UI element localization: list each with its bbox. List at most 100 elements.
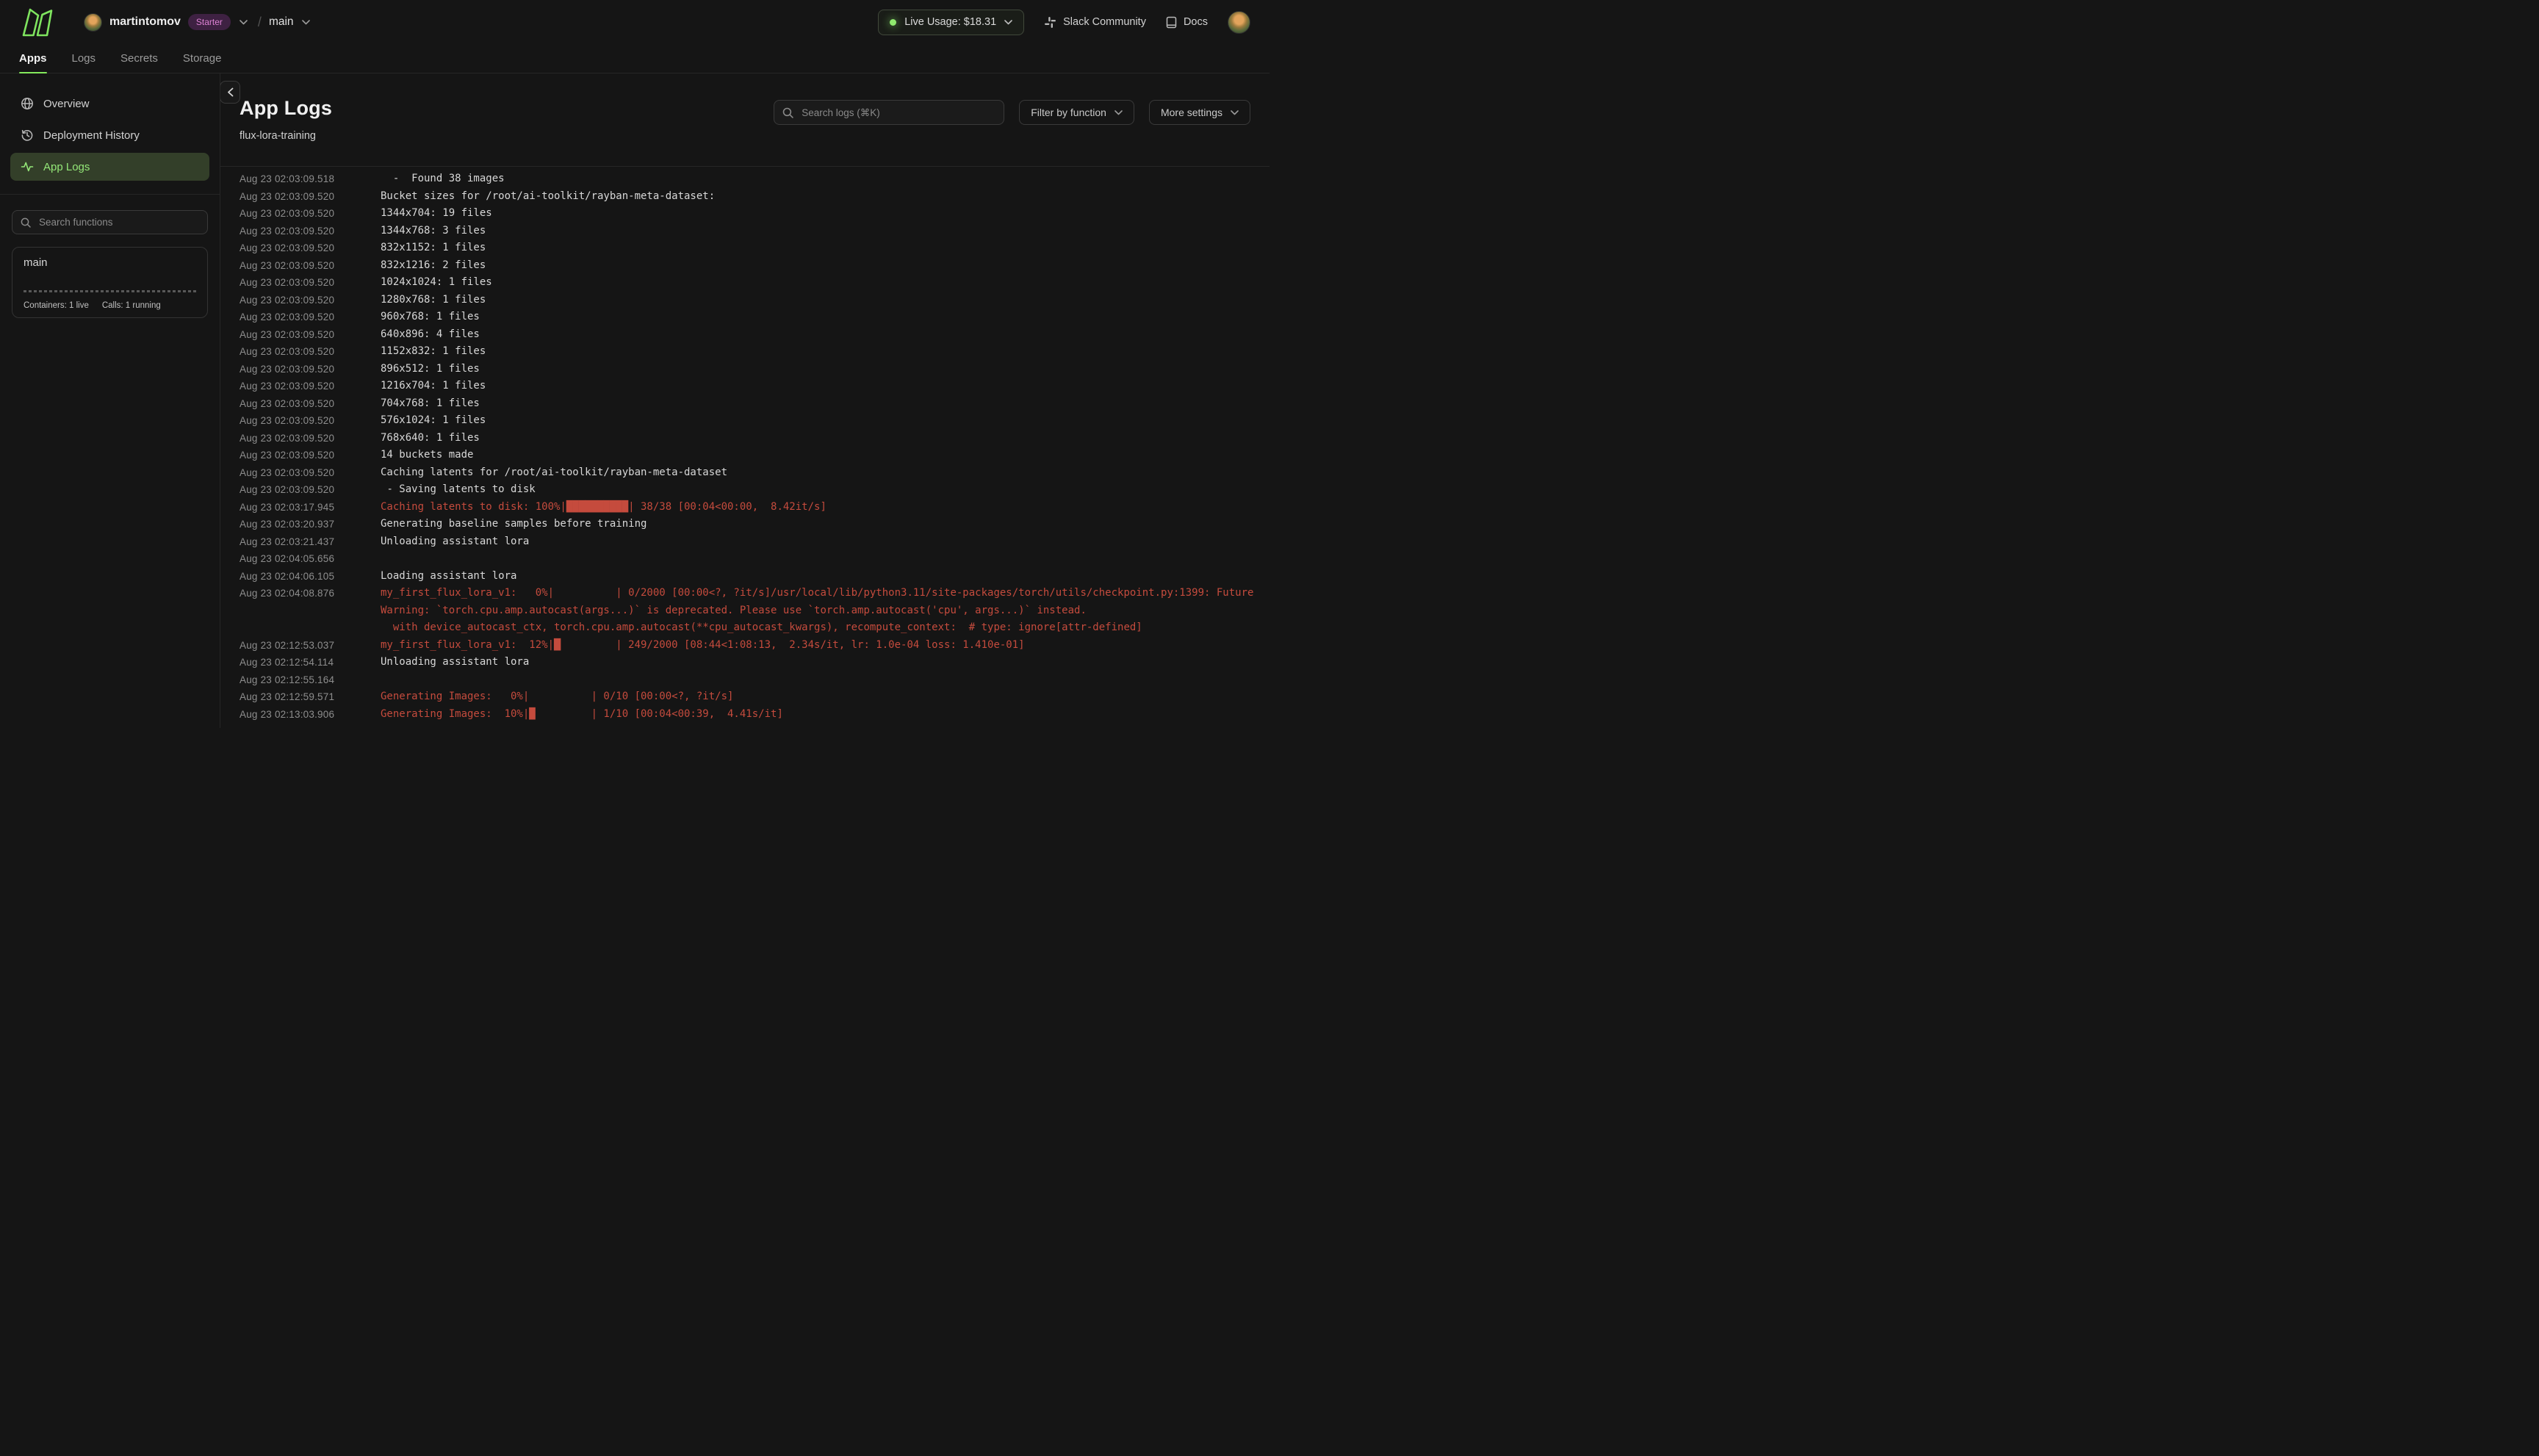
log-row[interactable]: Aug 23 02:12:54.114 Unloading assistant … xyxy=(240,654,1257,671)
more-settings-button[interactable]: More settings xyxy=(1148,100,1250,125)
log-row[interactable]: Aug 23 02:03:09.520 1216x704: 1 files xyxy=(240,378,1257,395)
live-usage-label: Live Usage: $18.31 xyxy=(904,16,997,28)
log-message: 1280x768: 1 files xyxy=(381,293,486,306)
live-usage-button[interactable]: Live Usage: $18.31 xyxy=(878,9,1025,35)
log-row[interactable]: Aug 23 02:03:09.520 1024x1024: 1 files xyxy=(240,274,1257,292)
log-row[interactable]: Aug 23 02:04:08.876 my_first_flux_lora_v… xyxy=(240,585,1257,637)
sidebar-item-app-logs[interactable]: App Logs xyxy=(10,153,209,181)
workspace-switcher[interactable]: martintomov Starter xyxy=(84,12,249,32)
log-row[interactable]: Aug 23 02:03:09.520 1344x704: 19 files xyxy=(240,205,1257,223)
log-row[interactable]: Aug 23 02:12:53.037 my_first_flux_lora_v… xyxy=(240,637,1257,655)
sidebar-collapse-button[interactable] xyxy=(220,81,240,104)
log-row[interactable]: Aug 23 02:03:09.518 - Found 38 images xyxy=(240,170,1257,188)
log-timestamp: Aug 23 02:04:08.876 xyxy=(240,588,335,599)
log-message: my_first_flux_lora_v1: 0%| | 0/2000 [00:… xyxy=(381,587,1254,633)
primary-tabbar: Apps Logs Secrets Storage xyxy=(0,44,1270,73)
log-row[interactable]: Aug 23 02:03:09.520 1152x832: 1 files xyxy=(240,343,1257,361)
app-name: flux-lora-training xyxy=(240,130,316,142)
log-row[interactable]: Aug 23 02:03:09.520 896x512: 1 files xyxy=(240,361,1257,378)
tab-apps[interactable]: Apps xyxy=(19,44,47,73)
log-message: Bucket sizes for /root/ai-toolkit/rayban… xyxy=(381,190,716,202)
log-message: Caching latents to disk: 100%|██████████… xyxy=(381,500,826,513)
log-timestamp: Aug 23 02:03:09.520 xyxy=(240,294,335,306)
log-timestamp: Aug 23 02:03:09.520 xyxy=(240,450,335,461)
topbar-right: Live Usage: $18.31 Slack Community Docs xyxy=(878,9,1250,35)
log-message: Generating Images: 10%|█ | 1/10 [00:04<0… xyxy=(381,707,783,720)
log-timestamp: Aug 23 02:03:09.520 xyxy=(240,242,335,253)
filter-by-function-button[interactable]: Filter by function xyxy=(1019,100,1134,125)
log-timestamp: Aug 23 02:03:20.937 xyxy=(240,519,335,530)
log-row[interactable]: Aug 23 02:03:09.520 576x1024: 1 files xyxy=(240,412,1257,430)
log-search-input[interactable] xyxy=(800,106,996,119)
log-row[interactable]: Aug 23 02:03:09.520 768x640: 1 files xyxy=(240,430,1257,447)
modal-logo[interactable] xyxy=(19,6,56,38)
log-timestamp: Aug 23 02:03:09.520 xyxy=(240,328,335,340)
sidebar-item-label: Deployment History xyxy=(43,129,140,142)
chevron-down-icon xyxy=(300,18,311,26)
log-message: 1152x832: 1 files xyxy=(381,345,486,357)
log-message: 832x1152: 1 files xyxy=(381,242,486,253)
log-row[interactable]: Aug 23 02:03:09.520 Bucket sizes for /ro… xyxy=(240,188,1257,206)
log-message: - Found 38 images xyxy=(381,173,505,184)
function-card-main[interactable]: main Containers: 1 live Calls: 1 running xyxy=(12,247,208,318)
log-timestamp: Aug 23 02:12:54.114 xyxy=(240,657,334,668)
log-row[interactable]: Aug 23 02:03:09.520 832x1216: 2 files xyxy=(240,257,1257,275)
log-timestamp: Aug 23 02:03:09.520 xyxy=(240,397,335,409)
function-search[interactable] xyxy=(12,210,208,234)
log-row[interactable]: Aug 23 02:03:09.520 Caching latents for … xyxy=(240,464,1257,482)
log-row[interactable]: Aug 23 02:04:05.656 xyxy=(240,550,1257,568)
log-row[interactable]: Aug 23 02:12:55.164 xyxy=(240,671,1257,689)
chevron-down-icon xyxy=(1004,19,1012,24)
docs-link[interactable]: Docs xyxy=(1166,16,1208,29)
workspace-avatar xyxy=(84,12,102,32)
function-search-input[interactable] xyxy=(37,216,199,228)
user-avatar[interactable] xyxy=(1228,10,1250,34)
environment-name: main xyxy=(268,15,294,28)
log-row[interactable]: Aug 23 02:03:09.520 960x768: 1 files xyxy=(240,309,1257,326)
log-message: my_first_flux_lora_v1: 12%|█▏ | 249/2000… xyxy=(381,638,1025,651)
log-row[interactable]: Aug 23 02:03:09.520 1344x768: 3 files xyxy=(240,223,1257,240)
log-row[interactable]: Aug 23 02:03:21.437 Unloading assistant … xyxy=(240,533,1257,551)
log-row[interactable]: Aug 23 02:04:06.105 Loading assistant lo… xyxy=(240,568,1257,585)
tab-logs[interactable]: Logs xyxy=(72,44,96,73)
sidebar-item-overview[interactable]: Overview xyxy=(10,90,209,118)
log-row[interactable]: Aug 23 02:12:59.571 Generating Images: 0… xyxy=(240,688,1257,706)
sidebar-item-deployment-history[interactable]: Deployment History xyxy=(10,121,209,149)
log-row[interactable]: Aug 23 02:03:09.520 832x1152: 1 files xyxy=(240,239,1257,257)
filter-by-function-label: Filter by function xyxy=(1031,107,1106,118)
app-body: Overview Deployment History App Logs Sea… xyxy=(0,73,1270,728)
modal-dashboard: { "topbar": { "workspace": "martintomov"… xyxy=(0,0,1270,728)
log-row[interactable]: Aug 23 02:03:09.520 640x896: 4 files xyxy=(240,326,1257,344)
log-row[interactable]: Aug 23 02:03:09.520 - Saving latents to … xyxy=(240,481,1257,499)
log-timestamp: Aug 23 02:12:53.037 xyxy=(240,639,335,651)
topbar-left: martintomov Starter / main xyxy=(19,6,311,38)
tab-storage[interactable]: Storage xyxy=(183,44,222,73)
live-status-dot xyxy=(890,18,897,26)
tab-secrets[interactable]: Secrets xyxy=(120,44,158,73)
log-message: 768x640: 1 files xyxy=(381,431,480,444)
log-message: Loading assistant lora xyxy=(381,569,517,582)
log-row[interactable]: Aug 23 02:03:09.520 1280x768: 1 files xyxy=(240,292,1257,309)
content-header: App Logs flux-lora-training Filter by fu… xyxy=(220,73,1270,142)
log-row[interactable]: Aug 23 02:03:09.520 704x768: 1 files xyxy=(240,395,1257,413)
log-search[interactable] xyxy=(774,100,1005,125)
log-row[interactable]: Aug 23 02:03:09.520 14 buckets made xyxy=(240,447,1257,464)
log-message: 832x1216: 2 files xyxy=(381,259,486,271)
chevron-left-icon xyxy=(227,87,233,97)
slack-community-link[interactable]: Slack Community xyxy=(1044,16,1146,29)
log-timestamp: Aug 23 02:03:09.520 xyxy=(240,346,335,357)
more-settings-label: More settings xyxy=(1160,107,1222,118)
log-row[interactable]: Aug 23 02:03:17.945 Caching latents to d… xyxy=(240,499,1257,516)
log-row[interactable]: Aug 23 02:13:03.906 Generating Images: 1… xyxy=(240,706,1257,724)
header-titles: App Logs flux-lora-training xyxy=(240,96,332,142)
log-message: 960x768: 1 files xyxy=(381,311,480,322)
docs-label: Docs xyxy=(1183,16,1208,28)
log-row[interactable]: Aug 23 02:03:20.937 Generating baseline … xyxy=(240,516,1257,533)
environment-selector[interactable]: main xyxy=(269,15,311,29)
sidebar: Overview Deployment History App Logs Sea… xyxy=(0,73,220,728)
log-message: 576x1024: 1 files xyxy=(381,414,486,426)
breadcrumb-separator: / xyxy=(257,14,262,29)
log-message: Generating Images: 0%| | 0/10 [00:00<?, … xyxy=(381,691,734,702)
plan-badge: Starter xyxy=(187,14,231,30)
log-timestamp: Aug 23 02:03:09.520 xyxy=(240,311,335,322)
